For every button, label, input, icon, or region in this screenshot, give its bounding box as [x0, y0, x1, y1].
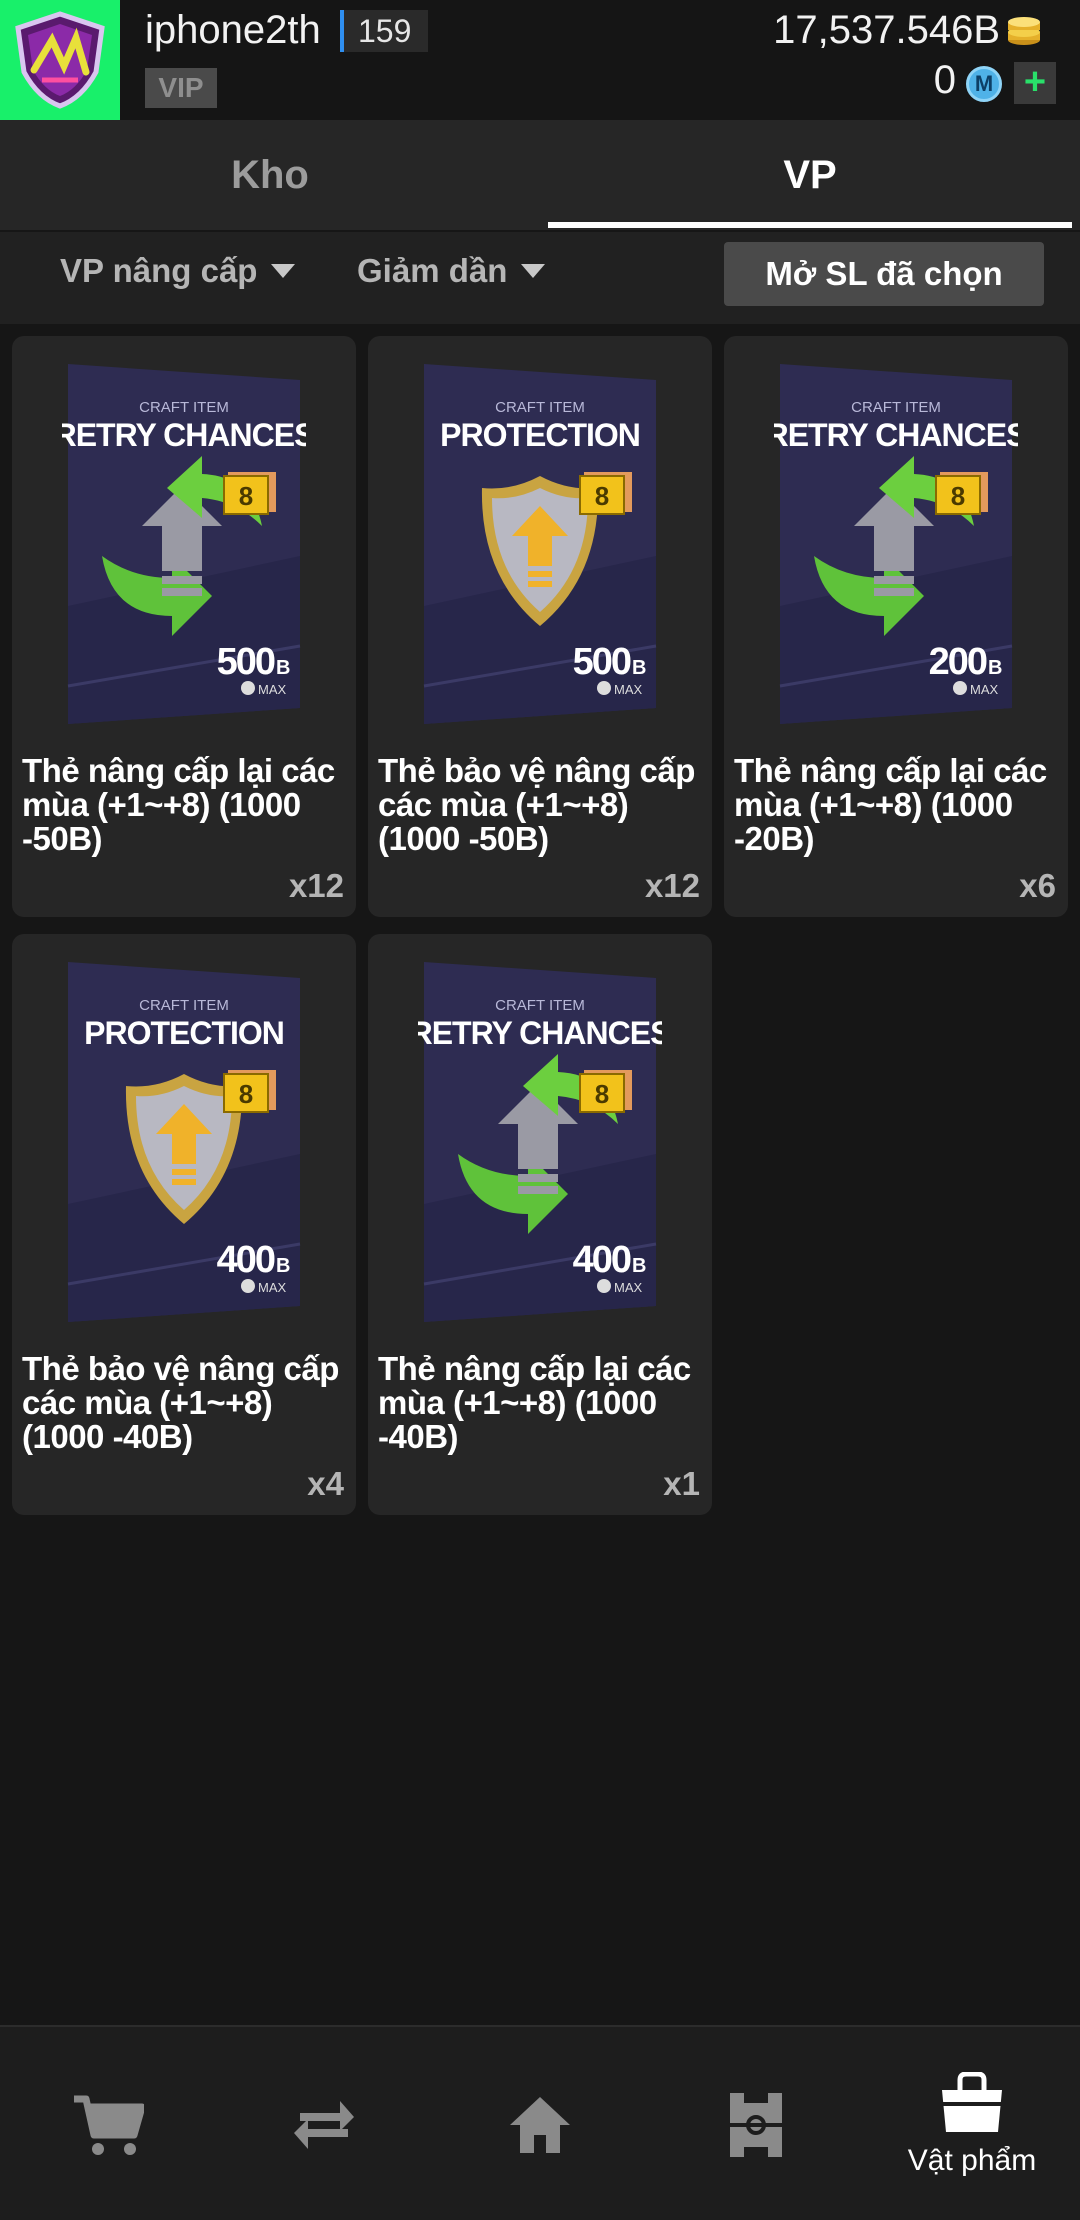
nav-squad[interactable] — [648, 2027, 864, 2220]
card-image: CRAFT ITEM PROTECTION 8 500 B MAX — [418, 356, 662, 728]
item-quantity: x1 — [663, 1465, 700, 1502]
item-card[interactable]: CRAFT ITEM PROTECTION 8 400 B MAX Thẻ bả… — [12, 934, 356, 1515]
nav-home[interactable] — [432, 2027, 648, 2220]
m-currency-icon: M — [966, 66, 1002, 102]
card-max-label: MAX — [258, 1280, 287, 1295]
item-title: Thẻ nâng cấp lại các mùa (+1~+8) (1000 -… — [734, 752, 1047, 857]
card-unit: B — [988, 657, 1002, 679]
sort-dropdown-label: Giảm dần — [357, 252, 508, 289]
squad-field-icon — [730, 2092, 782, 2157]
card-amount: 400 — [217, 1239, 275, 1281]
home-icon — [510, 2096, 570, 2153]
m-currency-balance: 0 — [933, 58, 956, 102]
card-unit: B — [276, 1255, 290, 1277]
team-crest-avatar[interactable] — [0, 0, 120, 120]
level-badge: 159 — [340, 10, 428, 52]
item-quantity: x4 — [307, 1465, 344, 1502]
cart-icon — [74, 2095, 144, 2155]
tab-vp[interactable]: VP — [540, 120, 1080, 230]
item-quantity: x6 — [1019, 867, 1056, 904]
card-level-badge: 8 — [951, 481, 965, 511]
card-subtitle: CRAFT ITEM — [495, 997, 585, 1014]
item-card[interactable]: CRAFT ITEM PROTECTION 8 500 B MAX Thẻ bả… — [368, 336, 712, 917]
category-dropdown-label: VP nâng cấp — [60, 252, 258, 289]
username: iphone2th — [145, 8, 321, 52]
card-amount: 500 — [573, 641, 631, 683]
item-card[interactable]: CRAFT ITEM RETRY CHANCES 8 200 B MAX Thẻ… — [724, 336, 1068, 917]
caret-down-icon — [521, 264, 546, 278]
sort-dropdown[interactable]: Giảm dần — [357, 252, 546, 290]
caret-down-icon — [271, 264, 296, 278]
card-max-label: MAX — [970, 682, 999, 697]
open-selected-button[interactable]: Mở SL đã chọn — [724, 242, 1044, 306]
nav-items-label: Vật phẩm — [907, 2143, 1037, 2177]
item-title: Thẻ bảo vệ nâng cấp các mùa (+1~+8) (100… — [22, 1350, 339, 1455]
card-level-badge: 8 — [595, 1079, 609, 1109]
item-title: Thẻ bảo vệ nâng cấp các mùa (+1~+8) (100… — [378, 752, 695, 857]
card-subtitle: CRAFT ITEM — [851, 399, 941, 416]
card-image: CRAFT ITEM RETRY CHANCES 8 500 B MAX — [62, 356, 306, 728]
card-image: CRAFT ITEM PROTECTION 8 400 B MAX — [62, 954, 306, 1326]
card-type-label: PROTECTION — [440, 417, 640, 453]
item-quantity: x12 — [288, 867, 344, 904]
coin-balance: 17,537.546B — [773, 8, 1000, 52]
category-dropdown[interactable]: VP nâng cấp — [60, 252, 296, 290]
coin-stack-icon — [1008, 17, 1040, 45]
card-max-label: MAX — [258, 682, 287, 697]
item-title: Thẻ nâng cấp lại các mùa (+1~+8) (1000 -… — [22, 752, 335, 857]
card-type-label: RETRY CHANCES — [418, 1015, 662, 1051]
card-amount: 200 — [929, 641, 987, 683]
card-type-label: RETRY CHANCES — [62, 417, 306, 453]
card-image: CRAFT ITEM RETRY CHANCES 8 200 B MAX — [774, 356, 1018, 728]
crest-icon — [15, 11, 105, 109]
item-card[interactable]: CRAFT ITEM RETRY CHANCES 8 400 B MAX Thẻ… — [368, 934, 712, 1515]
card-max-label: MAX — [614, 682, 643, 697]
card-level-badge: 8 — [239, 481, 253, 511]
card-unit: B — [276, 657, 290, 679]
card-unit: B — [632, 1255, 646, 1277]
tab-kho[interactable]: Kho — [0, 120, 540, 230]
card-level-badge: 8 — [239, 1079, 253, 1109]
card-subtitle: CRAFT ITEM — [139, 997, 229, 1014]
card-level-badge: 8 — [595, 481, 609, 511]
item-card[interactable]: CRAFT ITEM RETRY CHANCES 8 500 B MAX Thẻ… — [12, 336, 356, 917]
top-bar: iphone2th 159 VIP 17,537.546B 0 M + — [0, 0, 1080, 120]
add-currency-button[interactable]: + — [1014, 62, 1056, 104]
card-type-label: PROTECTION — [84, 1015, 284, 1051]
card-image: CRAFT ITEM RETRY CHANCES 8 400 B MAX — [418, 954, 662, 1326]
bag-icon — [942, 2071, 1002, 2132]
nav-shop[interactable] — [0, 2027, 216, 2220]
nav-items[interactable]: Vật phẩm — [864, 2027, 1080, 2220]
tab-bar: Kho VP — [0, 120, 1080, 230]
card-type-label: RETRY CHANCES — [774, 417, 1018, 453]
vip-badge: VIP — [145, 68, 217, 108]
transfer-icon — [294, 2100, 354, 2149]
card-subtitle: CRAFT ITEM — [139, 399, 229, 416]
filter-bar: VP nâng cấp Giảm dần Mở SL đã chọn — [0, 232, 1080, 324]
card-amount: 400 — [573, 1239, 631, 1281]
card-unit: B — [632, 657, 646, 679]
card-subtitle: CRAFT ITEM — [495, 399, 585, 416]
nav-transfer[interactable] — [216, 2027, 432, 2220]
card-max-label: MAX — [614, 1280, 643, 1295]
card-amount: 500 — [217, 641, 275, 683]
item-quantity: x12 — [644, 867, 700, 904]
bottom-navigation: Vật phẩm — [0, 2025, 1080, 2220]
item-title: Thẻ nâng cấp lại các mùa (+1~+8) (1000 -… — [378, 1350, 691, 1455]
